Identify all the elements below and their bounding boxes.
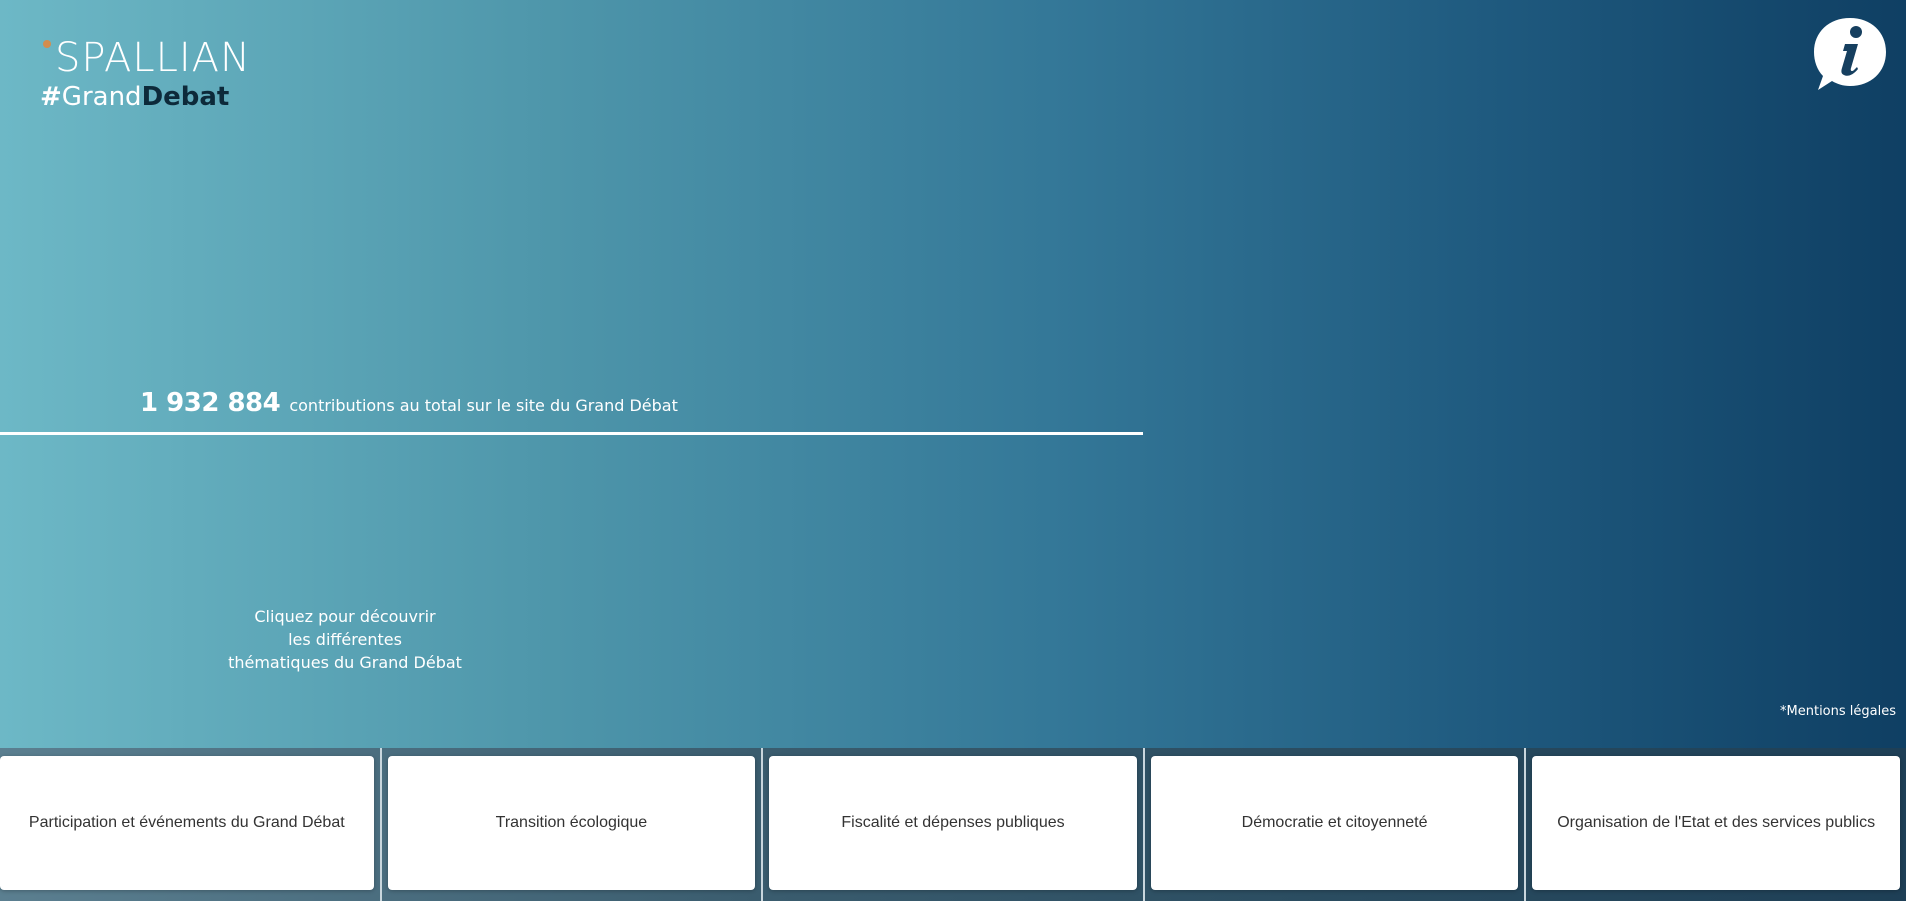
info-speech-bubble-icon[interactable] [1810, 14, 1890, 94]
theme-column: Fiscalité et dépenses publiques [761, 748, 1143, 901]
explore-line-2: les différentes [288, 630, 402, 649]
theme-card-democratie[interactable]: Démocratie et citoyenneté [1150, 756, 1519, 890]
contributions-count: 1 932 884 [140, 388, 281, 418]
contributions-label: contributions au total sur le site du Gr… [289, 396, 678, 415]
explore-prompt: Cliquez pour découvrir les différentes t… [200, 605, 490, 674]
theme-label: Transition écologique [495, 814, 648, 831]
theme-column: Participation et événements du Grand Déb… [0, 748, 380, 901]
logo-name: SPALLIAN [55, 35, 251, 81]
logo-hash: # [40, 82, 62, 112]
theme-card-fiscalite[interactable]: Fiscalité et dépenses publiques [769, 756, 1137, 890]
theme-label: Fiscalité et dépenses publiques [841, 814, 1065, 831]
theme-label: Organisation de l'Etat et des services p… [1557, 814, 1876, 831]
theme-card-participation[interactable]: Participation et événements du Grand Déb… [0, 756, 374, 890]
theme-column: Transition écologique [379, 748, 762, 901]
spallian-logo: SPALLIAN #GrandDebat [40, 36, 280, 116]
theme-card-organisation-etat[interactable]: Organisation de l'Etat et des services p… [1532, 756, 1900, 890]
contributions-counter: 1 932 884 contributions au total sur le … [140, 388, 678, 418]
logo-tag-grand: Grand [61, 82, 142, 112]
theme-column: Organisation de l'Etat et des services p… [1524, 748, 1906, 901]
explore-line-3: thématiques du Grand Débat [228, 653, 462, 672]
logo-accent-dot [43, 40, 51, 48]
legal-mentions-link[interactable]: *Mentions légales [1780, 704, 1896, 719]
logo-hashtag: #GrandDebat [40, 82, 229, 112]
theme-label: Participation et événements du Grand Déb… [28, 814, 345, 831]
theme-label: Démocratie et citoyenneté [1241, 814, 1428, 831]
explore-line-1: Cliquez pour découvrir [254, 607, 436, 626]
logo-tag-debat: Debat [141, 82, 230, 112]
themes-bar: Participation et événements du Grand Déb… [0, 748, 1906, 901]
counter-divider [0, 432, 1143, 435]
theme-column: Démocratie et citoyenneté [1142, 748, 1525, 901]
theme-card-transition-ecologique[interactable]: Transition écologique [387, 756, 756, 890]
